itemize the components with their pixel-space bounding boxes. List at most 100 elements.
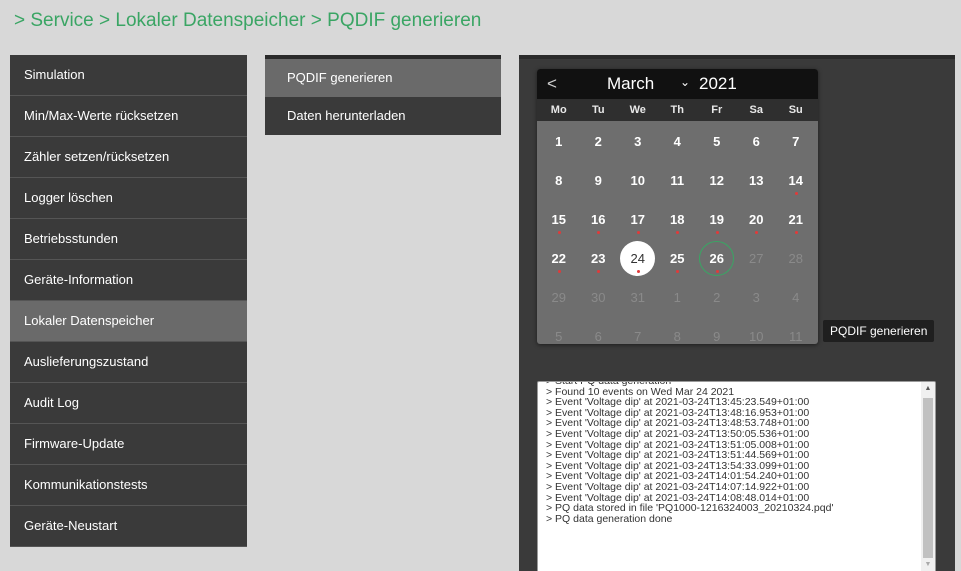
calendar-day[interactable]: 21	[776, 201, 816, 240]
calendar-day[interactable]: 22	[539, 240, 579, 279]
menu-item-gerate-information[interactable]: Geräte-Information	[10, 260, 247, 301]
day-number: 22	[551, 251, 566, 266]
log-line: > Event 'Voltage dip' at 2021-03-24T14:0…	[546, 480, 810, 493]
calendar-day: 10	[737, 318, 777, 344]
event-dot-icon	[676, 231, 680, 234]
calendar-day-selected[interactable]: 24	[618, 240, 658, 279]
menu-item-firmware-update[interactable]: Firmware-Update	[10, 424, 247, 465]
menu-item-auslieferungszustand[interactable]: Auslieferungszustand	[10, 342, 247, 383]
calendar-header: < March ⌄ 2021	[537, 69, 818, 99]
menu-item-zahler-setzen-rucksetzen[interactable]: Zähler setzen/rücksetzen	[10, 137, 247, 178]
month-select[interactable]: March	[607, 74, 654, 94]
day-number: 9	[594, 173, 602, 188]
calendar-day[interactable]: 25	[658, 240, 698, 279]
calendar-day[interactable]: 19	[697, 201, 737, 240]
calendar-day[interactable]: 15	[539, 201, 579, 240]
log-output[interactable]: > Start PQ data generation > Found 10 eve…	[537, 381, 936, 571]
menu-item-gerate-neustart[interactable]: Geräte-Neustart	[10, 506, 247, 547]
day-number: 8	[555, 173, 563, 188]
calendar-day[interactable]: 3	[618, 123, 658, 162]
calendar-day: 30	[579, 279, 619, 318]
day-number: 18	[670, 212, 685, 227]
log-scrollbar[interactable]: ▲ ▼	[921, 382, 935, 571]
calendar-day: 27	[737, 240, 777, 279]
calendar-day[interactable]: 18	[658, 201, 698, 240]
day-number: 10	[630, 173, 645, 188]
calendar-day: 6	[579, 318, 619, 344]
calendar-day: 2	[697, 279, 737, 318]
day-number: 8	[673, 329, 681, 344]
chevron-down-icon[interactable]: ⌄	[680, 75, 690, 89]
calendar-day: 5	[539, 318, 579, 344]
calendar-day[interactable]: 17	[618, 201, 658, 240]
year-input[interactable]: 2021	[699, 74, 737, 94]
calendar-day[interactable]: 7	[776, 123, 816, 162]
weekday-label: Mo	[550, 104, 567, 116]
weekday-label: Th	[670, 104, 684, 116]
calendar-day[interactable]: 5	[697, 123, 737, 162]
submenu-item-pqdif-generieren[interactable]: PQDIF generieren	[265, 59, 501, 97]
event-dot-icon	[636, 270, 640, 273]
scroll-thumb[interactable]	[923, 398, 933, 558]
day-number: 11	[789, 329, 803, 344]
calendar-day: 1	[658, 279, 698, 318]
log-line: > PQ data generation done	[546, 512, 673, 525]
menu-item-audit-log[interactable]: Audit Log	[10, 383, 247, 424]
day-number: 19	[709, 212, 724, 227]
left-menu: Simulation Min/Max-Werte rücksetzen Zähler…	[10, 55, 247, 547]
calendar-day[interactable]: 11	[658, 162, 698, 201]
calendar-day-today[interactable]: 26	[697, 240, 737, 279]
day-number: 4	[792, 290, 800, 305]
day-number: 3	[634, 134, 642, 149]
breadcrumb: > Service > Lokaler Datenspeicher > PQDI…	[14, 10, 482, 31]
calendar-day: 29	[539, 279, 579, 318]
calendar-day[interactable]: 10	[618, 162, 658, 201]
day-number: 12	[709, 173, 724, 188]
day-number: 24	[630, 251, 645, 266]
calendar-day[interactable]: 9	[579, 162, 619, 201]
date-picker: < March ⌄ 2021 Mo Tu We Th Fr Sa Su 1234567891…	[537, 69, 818, 344]
day-number: 9	[713, 329, 721, 344]
day-number: 15	[551, 212, 566, 227]
calendar-day[interactable]: 20	[737, 201, 777, 240]
menu-item-simulation[interactable]: Simulation	[10, 55, 247, 96]
calendar-day[interactable]: 1	[539, 123, 579, 162]
day-number: 1	[555, 134, 563, 149]
calendar-day[interactable]: 8	[539, 162, 579, 201]
pqdif-generate-button[interactable]: PQDIF generieren	[823, 320, 935, 342]
calendar-day[interactable]: 16	[579, 201, 619, 240]
day-number: 30	[591, 290, 606, 305]
day-number: 5	[713, 134, 721, 149]
submenu-item-daten-herunterladen[interactable]: Daten herunterladen	[265, 97, 501, 135]
day-number: 7	[792, 134, 800, 149]
calendar-day[interactable]: 2	[579, 123, 619, 162]
sub-menu: PQDIF generieren Daten herunterladen	[265, 55, 501, 135]
day-number: 26	[709, 251, 724, 266]
day-number: 7	[634, 329, 642, 344]
weekday-label: Sa	[749, 104, 763, 116]
event-dot-icon	[794, 192, 798, 195]
weekday-label: Tu	[591, 104, 605, 116]
prev-month-icon[interactable]: <	[547, 74, 557, 94]
calendar-days: 1 2 3 4 5 6 7 8 9 10 11 12 13 14 15 16 17 18 19 20 21 22 23 24 2…	[537, 121, 818, 344]
scroll-down-icon[interactable]: ▼	[921, 558, 935, 571]
menu-item-min-max-werte-rucksetzen[interactable]: Min/Max-Werte rücksetzen	[10, 96, 247, 137]
weekday-label: We	[629, 104, 646, 116]
scroll-up-icon[interactable]: ▲	[921, 382, 935, 396]
menu-item-kommunikationstests[interactable]: Kommunikationstests	[10, 465, 247, 506]
calendar-day[interactable]: 6	[737, 123, 777, 162]
menu-item-logger-loschen[interactable]: Logger löschen	[10, 178, 247, 219]
calendar-day[interactable]: 4	[658, 123, 698, 162]
calendar-day[interactable]: 23	[579, 240, 619, 279]
day-number: 10	[749, 329, 764, 344]
calendar-day[interactable]: 14	[776, 162, 816, 201]
calendar-day[interactable]: 13	[737, 162, 777, 201]
calendar-week: 8 9 10 11 12 13 14	[539, 162, 818, 201]
day-number: 4	[673, 134, 681, 149]
calendar-day[interactable]: 12	[697, 162, 737, 201]
menu-item-lokaler-datenspeicher[interactable]: Lokaler Datenspeicher	[10, 301, 247, 342]
menu-item-betriebsstunden[interactable]: Betriebsstunden	[10, 219, 247, 260]
day-number: 5	[555, 329, 563, 344]
day-number: 16	[591, 212, 606, 227]
event-dot-icon	[636, 231, 640, 234]
